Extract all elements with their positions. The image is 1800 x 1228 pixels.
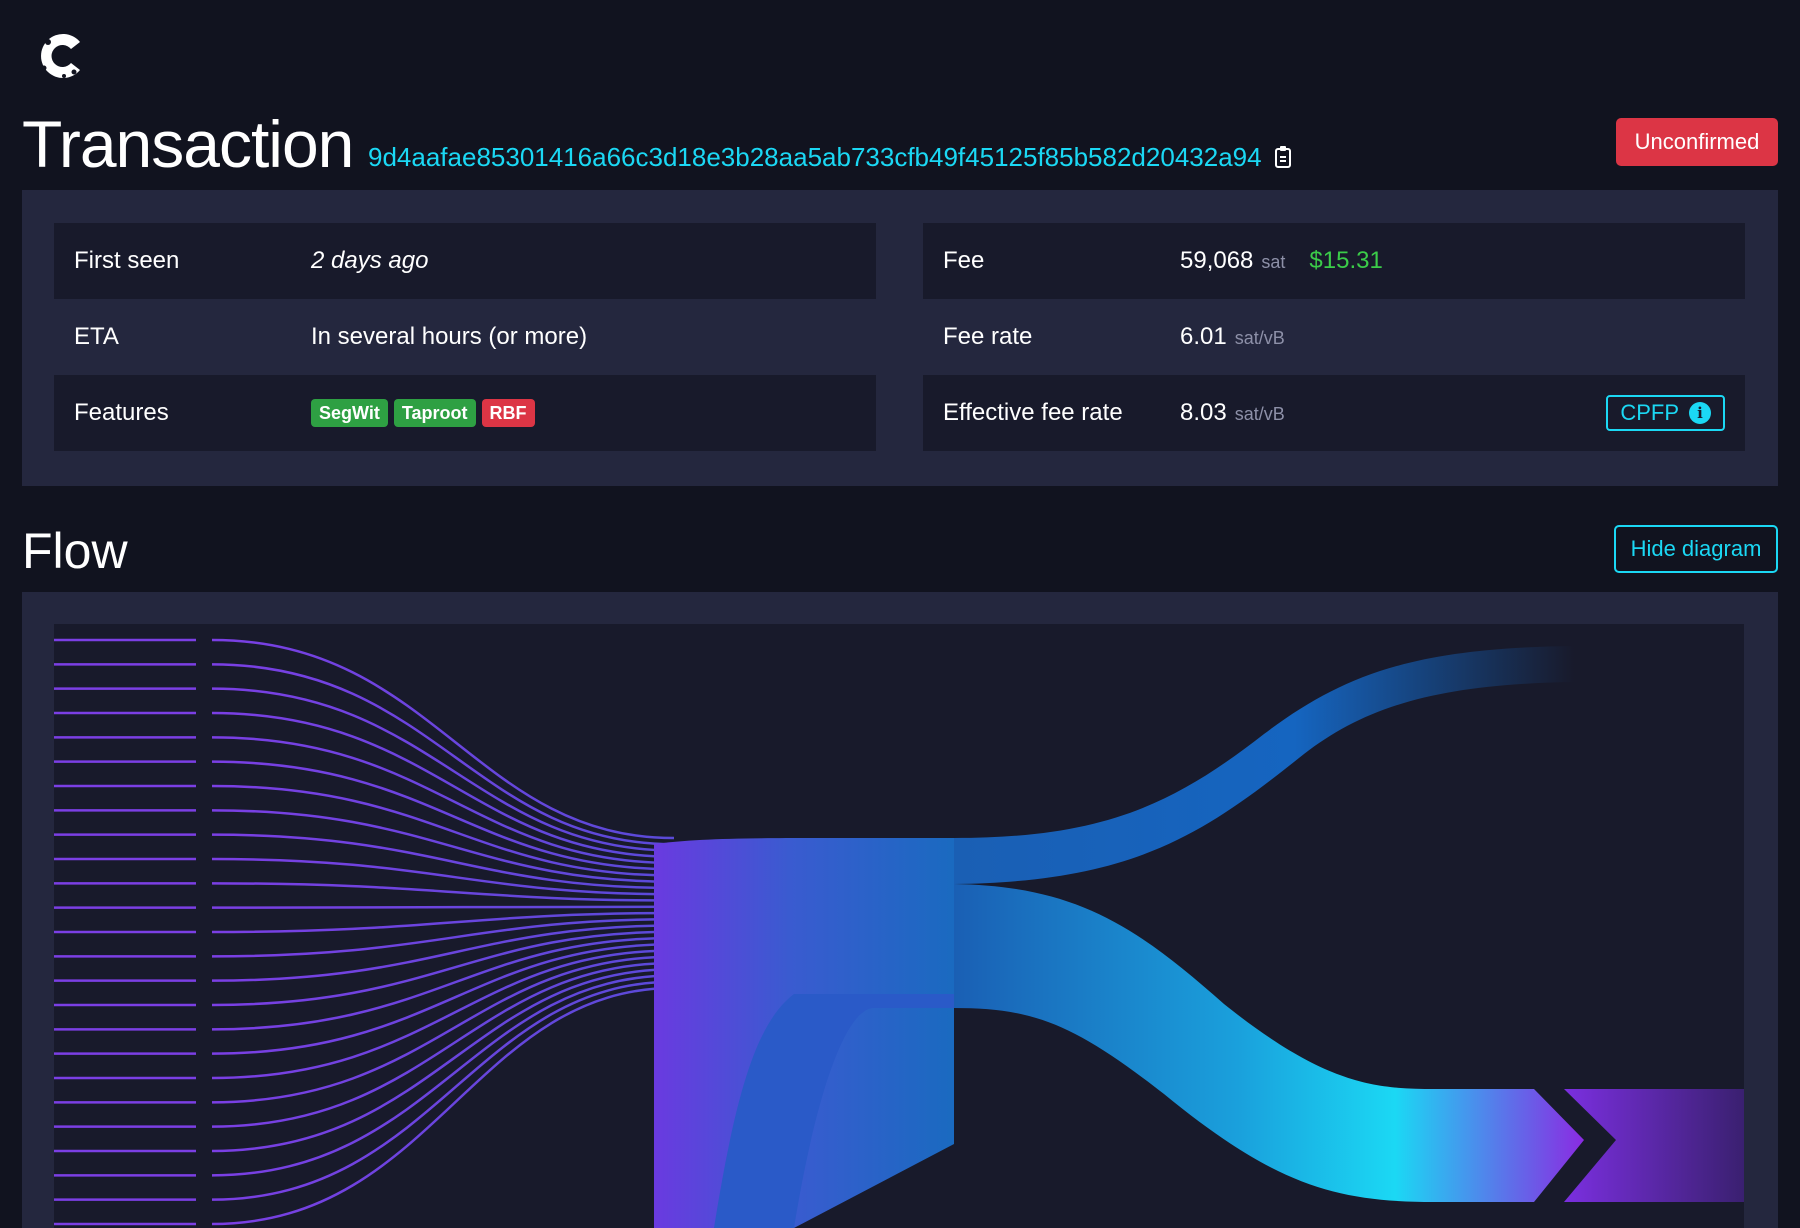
details-table-right: Fee 59,068 sat $15.31 Fee rate 6.01 sat/… <box>923 223 1745 451</box>
row-effective-fee-rate: Effective fee rate 8.03 sat/vB CPFP i <box>923 375 1745 451</box>
row-first-seen: First seen 2 days ago <box>54 223 876 299</box>
fee-label: Fee <box>943 247 985 274</box>
eta-label: ETA <box>74 323 119 350</box>
effective-fee-rate-value-group: 8.03 sat/vB <box>1180 399 1285 427</box>
effective-fee-rate-unit: sat/vB <box>1234 404 1285 424</box>
segwit-badge[interactable]: SegWit <box>311 399 388 427</box>
row-fee: Fee 59,068 sat $15.31 <box>923 223 1745 299</box>
transaction-details: First seen 2 days ago ETA In several hou… <box>22 190 1778 486</box>
eta-value: In several hours (or more) <box>311 323 588 350</box>
txid-link[interactable]: 9d4aafae85301416a66c3d18e3b28aa5ab733cfb… <box>368 141 1262 173</box>
input-flow-line[interactable] <box>211 905 675 909</box>
row-fee-rate: Fee rate 6.01 sat/vB <box>923 299 1745 375</box>
info-icon: i <box>1689 402 1711 424</box>
fee-value: 59,068 <box>1180 247 1254 274</box>
flow-title: Flow <box>22 523 128 579</box>
fee-rate-value-group: 6.01 sat/vB <box>1180 323 1285 351</box>
fee-rate-value: 6.01 <box>1180 323 1227 350</box>
mempool-logo-icon[interactable] <box>34 28 90 84</box>
row-eta: ETA In several hours (or more) <box>54 299 876 375</box>
taproot-badge[interactable]: Taproot <box>393 399 476 427</box>
row-features: Features SegWit Taproot RBF <box>54 375 876 451</box>
rbf-badge[interactable]: RBF <box>481 399 535 427</box>
fee-fiat: $15.31 <box>1309 247 1383 274</box>
clipboard-icon[interactable] <box>1274 145 1294 169</box>
effective-fee-rate-label: Effective fee rate <box>943 399 1123 426</box>
cpfp-label: CPFP <box>1620 400 1679 425</box>
features-badges: SegWit Taproot RBF <box>311 399 541 427</box>
fee-rate-unit: sat/vB <box>1234 328 1285 348</box>
txid-container: 9d4aafae85301416a66c3d18e3b28aa5ab733cfb… <box>368 141 1294 173</box>
fee-value-group: 59,068 sat $15.31 <box>1180 247 1383 275</box>
fee-rate-label: Fee rate <box>943 323 1033 350</box>
effective-fee-rate-value: 8.03 <box>1180 399 1227 426</box>
first-seen-label: First seen <box>74 247 180 274</box>
flow-diagram-container <box>22 592 1778 1228</box>
cpfp-button[interactable]: CPFP i <box>1606 395 1725 431</box>
details-table-left: First seen 2 days ago ETA In several hou… <box>54 223 876 451</box>
features-label: Features <box>74 399 169 426</box>
page-title: Transaction <box>22 107 354 181</box>
status-badge: Unconfirmed <box>1616 118 1778 166</box>
first-seen-value: 2 days ago <box>311 247 429 274</box>
hide-diagram-button[interactable]: Hide diagram <box>1614 525 1778 573</box>
flow-diagram[interactable] <box>54 624 1744 1228</box>
fee-unit: sat <box>1261 252 1286 272</box>
